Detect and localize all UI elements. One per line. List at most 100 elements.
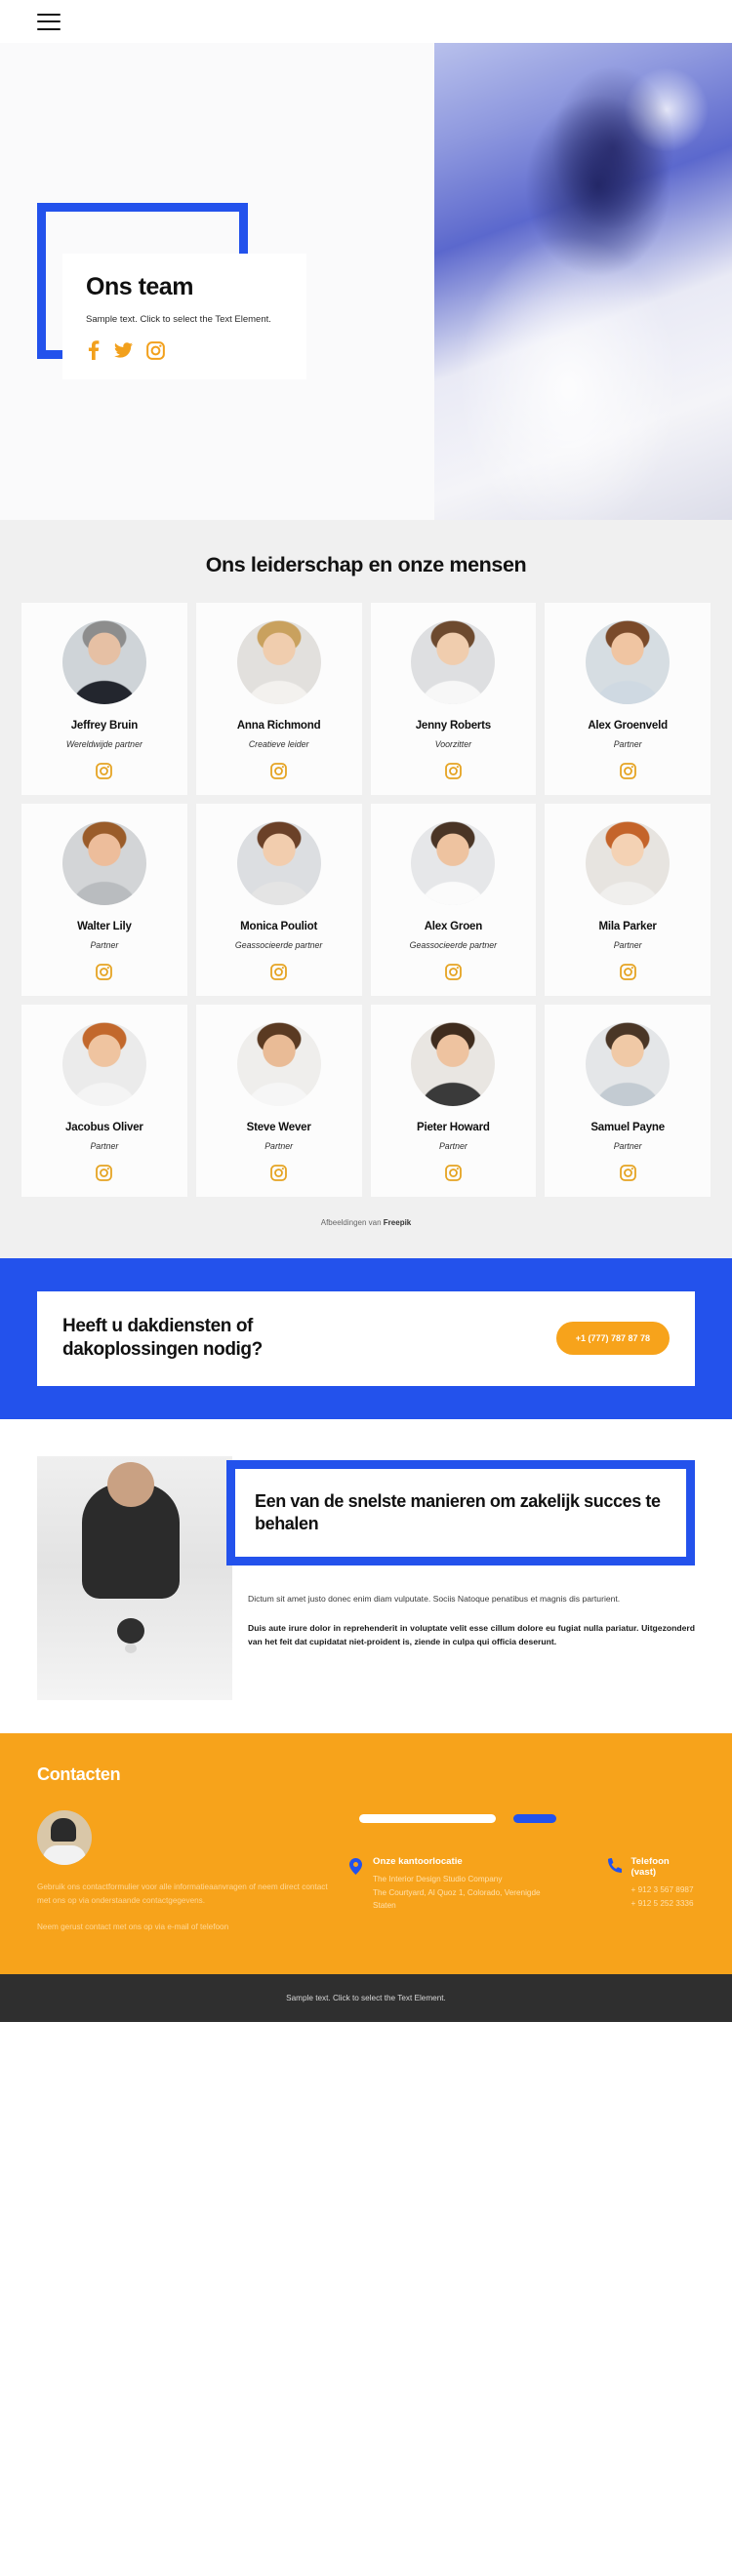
feature-paragraph-2: Duis aute irure dolor in reprehenderit i…: [248, 1623, 695, 1647]
cta-heading: Heeft u dakdiensten of dakoplossingen no…: [62, 1316, 263, 1361]
instagram-icon[interactable]: [552, 964, 703, 980]
feature-paragraph-1: Dictum sit amet justo donec enim diam vu…: [248, 1594, 621, 1605]
team-member-card[interactable]: Alex Groenveld Partner: [545, 603, 711, 795]
team-member-name: Monica Pouliot: [240, 921, 318, 932]
twitter-icon[interactable]: [114, 340, 133, 360]
team-member-name: Pieter Howard: [417, 1122, 490, 1133]
avatar-portrait: [586, 1022, 671, 1106]
feature-title-box: Een van de snelste manieren om zakelijk …: [226, 1459, 695, 1566]
team-member-name: Alex Groenveld: [588, 720, 668, 732]
burger-line: [37, 20, 61, 22]
instagram-icon[interactable]: [29, 1165, 180, 1181]
team-member-card[interactable]: Walter Lily Partner: [21, 804, 187, 996]
avatar: [586, 1022, 671, 1106]
team-member-role: Partner: [90, 1141, 119, 1151]
burger-line: [37, 27, 61, 30]
avatar-portrait: [586, 821, 671, 905]
contact-phone-block: Telefoon (vast) + 912 3 567 8987 + 912 5…: [607, 1855, 695, 1912]
team-member-card[interactable]: Samuel Payne Partner: [545, 1005, 711, 1197]
avatar: [61, 821, 146, 905]
phone-title: Telefoon (vast): [630, 1855, 670, 1878]
contact-info-columns: Onze kantoorlocatie The Interior Design …: [349, 1856, 695, 1912]
team-member-name: Walter Lily: [77, 921, 132, 932]
hero-social-links: [86, 340, 283, 360]
credit-prefix: Afbeeldingen van: [320, 1218, 384, 1227]
feature-row: Een van de snelste manieren om zakelijk …: [0, 1455, 732, 1700]
team-heading: Ons leiderschap en onze mensen: [205, 553, 527, 576]
team-member-name: Anna Richmond: [236, 720, 321, 732]
contact-office-block: Onze kantoorlocatie The Interior Design …: [349, 1856, 561, 1912]
burger-line: [37, 13, 61, 16]
avatar-portrait: [411, 620, 496, 704]
avatar: [236, 1022, 321, 1106]
phone-line-2: + 912 5 252 3336: [630, 1898, 694, 1908]
team-member-role: Partner: [613, 739, 642, 749]
feature-portrait-image: [37, 1455, 232, 1700]
team-member-card[interactable]: Pieter Howard Partner: [370, 1005, 537, 1197]
contact-right-column: Onze kantoorlocatie The Interior Design …: [349, 1810, 695, 1935]
hero-title: Ons team: [86, 273, 193, 300]
avatar-portrait: [236, 620, 321, 704]
instagram-icon[interactable]: [29, 964, 180, 980]
team-member-role: Creatieve leider: [248, 739, 309, 749]
team-member-card[interactable]: Steve Wever Partner: [195, 1005, 362, 1197]
avatar: [411, 821, 496, 905]
footer-text: Sample text. Click to select the Text El…: [286, 1993, 446, 2002]
avatar: [586, 821, 671, 905]
phone-icon: [607, 1856, 623, 1912]
team-member-role: Partner: [90, 940, 119, 950]
instagram-icon[interactable]: [379, 763, 529, 779]
avatar-portrait: [61, 620, 146, 704]
contact-avatar: [37, 1809, 92, 1865]
contact-text-2: Neem gerust contact met ons op via e-mai…: [37, 1922, 229, 1932]
instagram-icon[interactable]: [552, 763, 703, 779]
phone-line-1: + 912 3 567 8987: [630, 1884, 694, 1894]
instagram-icon[interactable]: [204, 964, 354, 980]
team-member-name: Jacobus Oliver: [65, 1122, 143, 1133]
avatar: [586, 620, 671, 704]
hamburger-menu-icon[interactable]: [37, 13, 61, 30]
team-member-role: Wereldwijde partner: [65, 739, 142, 749]
office-title: Onze kantoorlocatie: [373, 1855, 463, 1867]
decoration-blue-bar: [513, 1813, 556, 1823]
instagram-icon[interactable]: [204, 1165, 354, 1181]
team-member-card[interactable]: Anna Richmond Creatieve leider: [195, 603, 362, 795]
instagram-icon[interactable]: [379, 964, 529, 980]
team-member-name: Alex Groen: [424, 921, 483, 932]
team-member-name: Jeffrey Bruin: [70, 720, 139, 732]
facebook-icon[interactable]: [86, 340, 101, 360]
hero-text-card: Ons team Sample text. Click to select th…: [62, 254, 306, 379]
team-member-name: Mila Parker: [598, 921, 657, 932]
team-member-name: Jenny Roberts: [415, 720, 492, 732]
team-member-name: Samuel Payne: [590, 1122, 665, 1133]
cta-phone-button[interactable]: +1 (777) 787 87 78: [555, 1322, 670, 1356]
feature-title: Een van de snelste manieren om zakelijk …: [255, 1490, 661, 1534]
team-member-card[interactable]: Jeffrey Bruin Wereldwijde partner: [21, 603, 187, 795]
team-member-role: Partner: [613, 1141, 642, 1151]
contact-grid: Gebruik ons contactformulier voor alle i…: [37, 1809, 695, 1935]
team-member-name: Steve Wever: [246, 1122, 311, 1133]
feature-section: Een van de snelste manieren om zakelijk …: [0, 1418, 732, 1733]
image-credit: Afbeeldingen van Freepik: [0, 1218, 732, 1227]
instagram-icon[interactable]: [29, 763, 180, 779]
avatar-portrait: [61, 821, 146, 905]
avatar: [411, 1022, 496, 1106]
feature-paragraphs: Dictum sit amet justo donec enim diam vu…: [240, 1593, 695, 1649]
feature-content: Een van de snelste manieren om zakelijk …: [226, 1456, 695, 1650]
team-member-card[interactable]: Alex Groen Geassocieerde partner: [370, 804, 537, 996]
hero-section: Ons team Sample text. Click to select th…: [0, 43, 732, 520]
team-member-card[interactable]: Monica Pouliot Geassocieerde partner: [195, 804, 362, 996]
top-navigation-bar: [0, 0, 732, 43]
office-line-2: The Courtyard, Al Quoz 1, Colorado, Vere…: [373, 1887, 541, 1910]
team-member-card[interactable]: Jenny Roberts Voorzitter: [370, 603, 537, 795]
map-pin-icon: [349, 1856, 363, 1912]
team-member-card[interactable]: Mila Parker Partner: [545, 804, 711, 996]
cta-card: Heeft u dakdiensten of dakoplossingen no…: [37, 1291, 695, 1386]
instagram-icon[interactable]: [204, 763, 354, 779]
avatar-portrait: [411, 821, 496, 905]
instagram-icon[interactable]: [552, 1165, 703, 1181]
team-member-card[interactable]: Jacobus Oliver Partner: [21, 1005, 187, 1197]
instagram-icon[interactable]: [379, 1165, 529, 1181]
cta-banner-section: Heeft u dakdiensten of dakoplossingen no…: [0, 1258, 732, 1419]
instagram-icon[interactable]: [146, 340, 165, 360]
